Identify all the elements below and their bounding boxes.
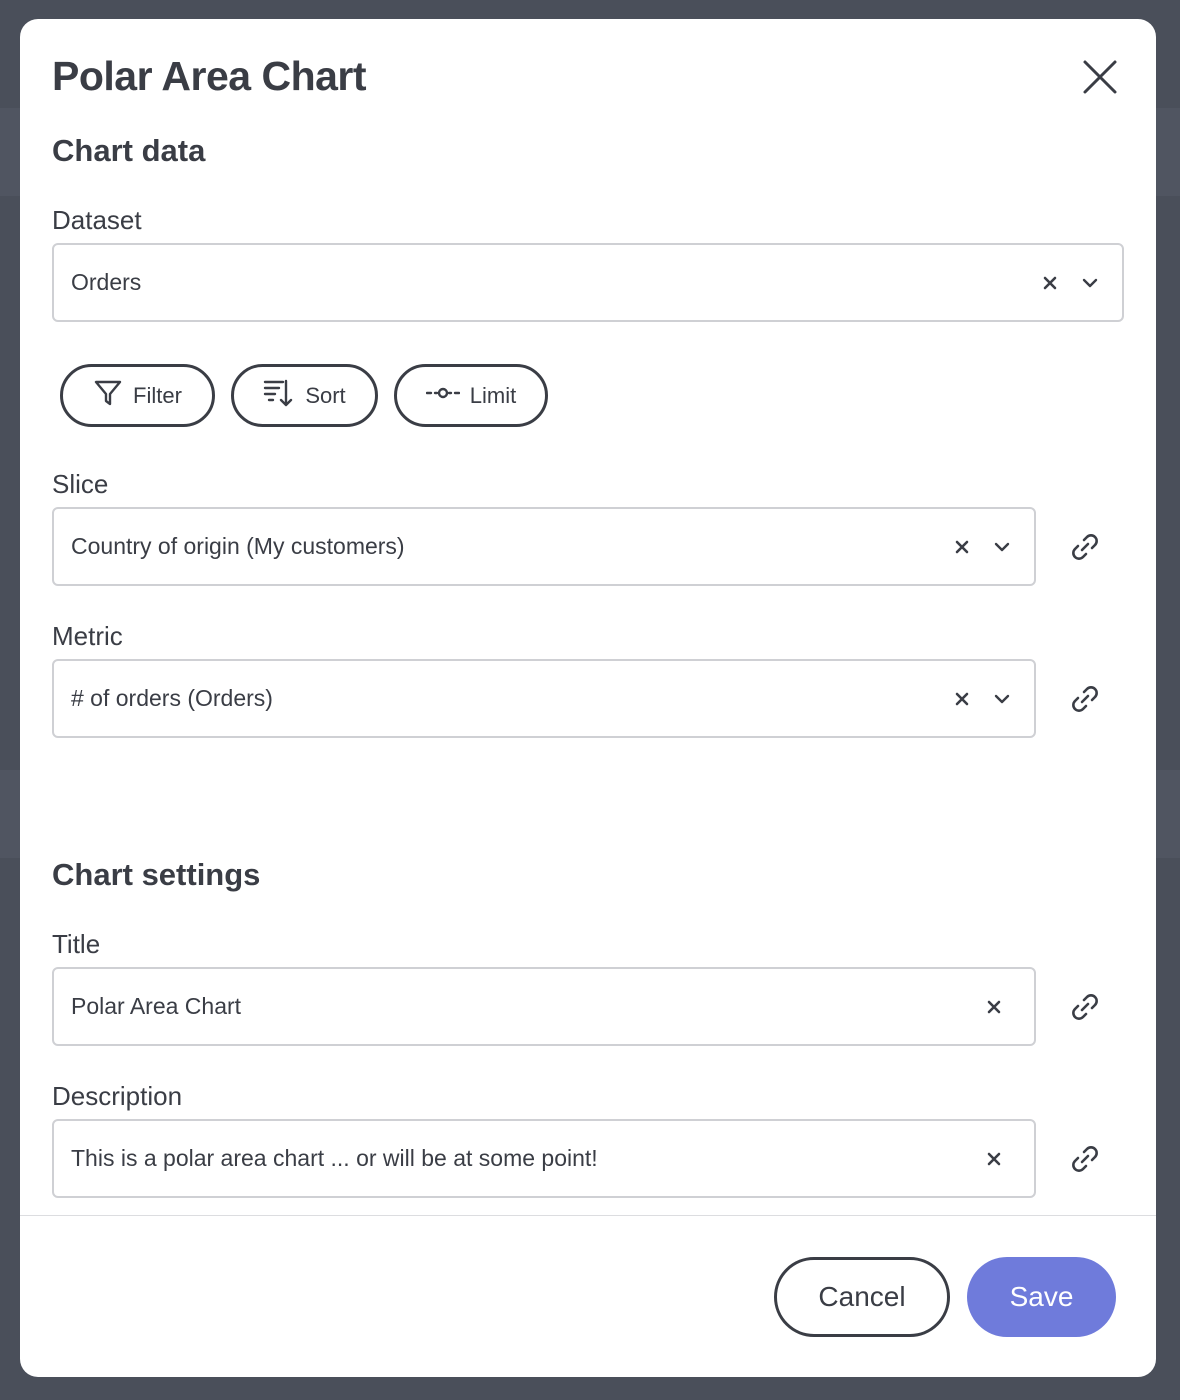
footer-divider — [20, 1215, 1156, 1216]
link-icon[interactable] — [1064, 986, 1106, 1028]
link-icon[interactable] — [1064, 1138, 1106, 1180]
clear-icon[interactable] — [974, 1139, 1014, 1179]
sort-label: Sort — [305, 382, 346, 408]
filter-button[interactable]: Filter — [60, 364, 215, 427]
link-icon[interactable] — [1064, 678, 1106, 720]
sort-button[interactable]: Sort — [231, 364, 378, 427]
clear-icon[interactable] — [1030, 263, 1070, 303]
slice-value: Country of origin (My customers) — [71, 533, 405, 559]
metric-select[interactable]: # of orders (Orders) — [52, 659, 1036, 738]
save-button[interactable]: Save — [967, 1257, 1116, 1337]
chevron-down-icon[interactable] — [982, 527, 1022, 567]
limit-label: Limit — [469, 382, 517, 408]
modal-title: Polar Area Chart — [52, 53, 367, 99]
cancel-button[interactable]: Cancel — [774, 1257, 950, 1337]
slice-select[interactable]: Country of origin (My customers) — [52, 507, 1036, 586]
link-icon[interactable] — [1064, 526, 1106, 568]
description-label: Description — [52, 1081, 183, 1111]
title-label: Title — [52, 929, 101, 959]
clear-icon[interactable] — [942, 679, 982, 719]
metric-label: Metric — [52, 621, 123, 651]
clear-icon[interactable] — [974, 987, 1014, 1027]
chart-data-heading: Chart data — [52, 133, 206, 168]
filter-icon — [93, 378, 123, 414]
description-value: This is a polar area chart ... or will b… — [71, 1145, 598, 1171]
title-input[interactable]: Polar Area Chart — [52, 967, 1036, 1046]
chart-settings-heading: Chart settings — [52, 857, 261, 892]
clear-icon[interactable] — [942, 527, 982, 567]
limit-icon — [425, 383, 460, 409]
filter-label: Filter — [133, 382, 182, 408]
chevron-down-icon[interactable] — [1070, 263, 1110, 303]
title-value: Polar Area Chart — [71, 993, 242, 1019]
slice-label: Slice — [52, 469, 109, 499]
chart-settings-modal: Polar Area Chart Chart data Dataset Orde… — [20, 19, 1156, 1377]
description-input[interactable]: This is a polar area chart ... or will b… — [52, 1119, 1036, 1198]
dataset-label: Dataset — [52, 205, 142, 235]
chevron-down-icon[interactable] — [982, 679, 1022, 719]
dataset-select[interactable]: Orders — [52, 243, 1124, 322]
metric-value: # of orders (Orders) — [71, 685, 273, 711]
limit-button[interactable]: Limit — [394, 364, 548, 427]
close-icon[interactable] — [1078, 55, 1122, 99]
dataset-value: Orders — [71, 269, 142, 295]
sort-icon — [263, 377, 295, 415]
